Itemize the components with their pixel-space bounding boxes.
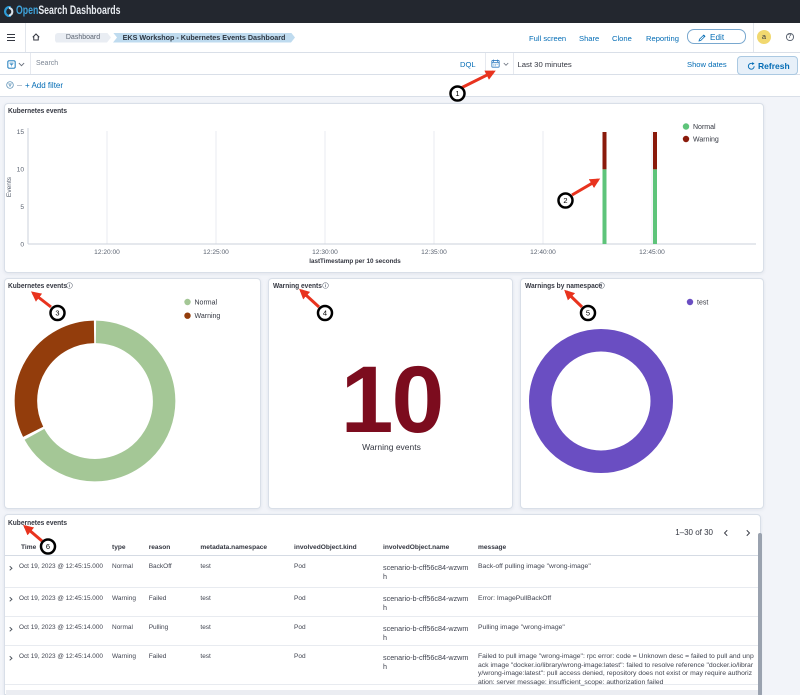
svg-text:6: 6: [46, 542, 50, 551]
svg-text:1: 1: [455, 89, 459, 98]
svg-text:3: 3: [55, 309, 59, 318]
svg-text:5: 5: [586, 309, 590, 318]
svg-text:4: 4: [323, 309, 327, 318]
svg-text:2: 2: [563, 196, 567, 205]
